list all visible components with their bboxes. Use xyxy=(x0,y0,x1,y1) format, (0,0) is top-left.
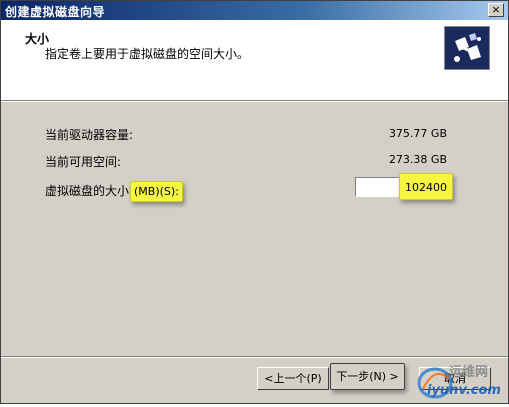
disk-wizard-icon xyxy=(444,26,490,70)
wizard-header: 大小 指定卷上要用于虚拟磁盘的空间大小。 xyxy=(1,20,508,100)
size-label-unit: (MB)(S): xyxy=(130,181,183,202)
wizard-window: 创建虚拟磁盘向导 × 大小 指定卷上要用于虚拟磁盘的空间大小。 当前驱动器容量:… xyxy=(0,0,509,404)
watermark-url: iyunv.com xyxy=(427,383,501,398)
close-icon: × xyxy=(491,3,501,16)
footer-divider xyxy=(1,356,508,358)
close-button[interactable]: × xyxy=(488,3,504,17)
current-capacity-label: 当前驱动器容量: xyxy=(45,128,134,142)
watermark-text: 运维网 xyxy=(449,365,489,380)
size-label-text: 虚拟磁盘的大小 xyxy=(45,184,130,198)
next-button[interactable]: 下一步(N) > xyxy=(330,363,405,390)
size-label: 虚拟磁盘的大小 (MB)(S): xyxy=(45,181,183,202)
page-description: 指定卷上要用于虚拟磁盘的空间大小。 xyxy=(45,47,250,61)
title-bar[interactable]: 创建虚拟磁盘向导 × xyxy=(1,1,508,20)
current-free-value: 273.38 GB xyxy=(388,153,447,166)
header-divider xyxy=(1,100,508,102)
window-title: 创建虚拟磁盘向导 xyxy=(5,5,106,19)
site-watermark: 运维网 iyunv.com xyxy=(413,359,505,403)
back-button[interactable]: <上一个(P) xyxy=(257,367,329,390)
current-capacity-value: 375.77 GB xyxy=(388,127,447,140)
current-free-label: 当前可用空间: xyxy=(45,155,122,169)
size-value[interactable]: 102400 xyxy=(399,173,453,200)
